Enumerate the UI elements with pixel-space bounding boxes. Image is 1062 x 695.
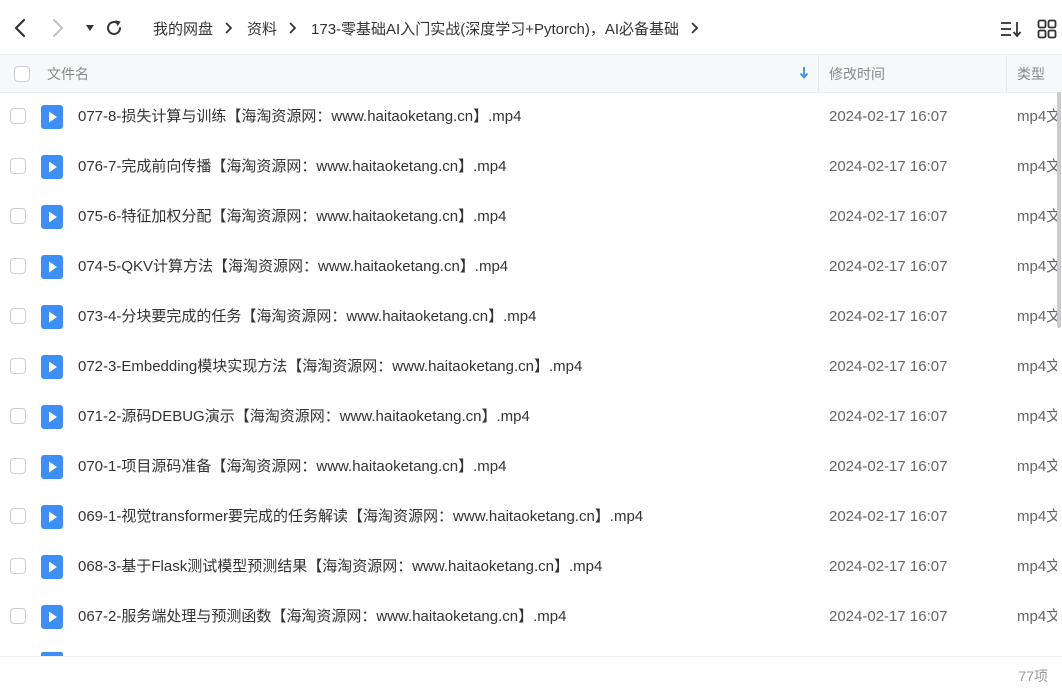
file-name[interactable]: 076-7-完成前向传播【海淘资源网：www.haitaoketang.cn】.… <box>78 142 506 192</box>
view-mode-button[interactable] <box>1036 18 1058 40</box>
forward-button[interactable] <box>46 12 70 44</box>
sort-list-icon <box>1001 22 1022 38</box>
file-row[interactable]: 069-1-视觉transformer要完成的任务解读【海淘资源网：www.ha… <box>0 492 1062 542</box>
file-row[interactable]: 068-3-基于Flask测试模型预测结果【海淘资源网：www.haitaoke… <box>0 542 1062 592</box>
refresh-icon <box>107 20 121 35</box>
video-file-icon <box>41 255 63 279</box>
chevron-left-icon <box>14 18 26 38</box>
file-row[interactable]: 074-5-QKV计算方法【海淘资源网：www.haitaoketang.cn】… <box>0 242 1062 292</box>
row-checkbox[interactable] <box>10 108 26 124</box>
file-name[interactable]: 072-3-Embedding模块实现方法【海淘资源网：www.haitaoke… <box>78 342 582 392</box>
breadcrumb-item-root[interactable]: 我的网盘 <box>153 18 213 39</box>
view-tools <box>1000 18 1062 40</box>
file-modified: 2024-02-17 16:07 <box>829 408 948 425</box>
refresh-button[interactable] <box>102 12 126 44</box>
video-file-icon <box>41 355 63 379</box>
row-checkbox[interactable] <box>10 208 26 224</box>
sort-descending-icon[interactable] <box>798 65 810 81</box>
file-type: mp4文件 <box>1017 558 1057 575</box>
video-file-icon <box>41 155 63 179</box>
row-checkbox[interactable] <box>10 458 26 474</box>
file-type: mp4文件 <box>1017 308 1057 325</box>
column-header-type[interactable]: 类型 <box>1017 55 1045 92</box>
back-button[interactable] <box>8 12 32 44</box>
vertical-scrollbar[interactable] <box>1057 92 1061 328</box>
file-type: mp4文件 <box>1017 158 1057 175</box>
row-checkbox[interactable] <box>10 158 26 174</box>
file-name[interactable]: 073-4-分块要完成的任务【海淘资源网：www.haitaoketang.cn… <box>78 292 536 342</box>
file-name[interactable]: 075-6-特征加权分配【海淘资源网：www.haitaoketang.cn】.… <box>78 192 506 242</box>
list-header: 文件名 修改时间 类型 <box>0 54 1062 93</box>
file-type: mp4文件 <box>1017 258 1057 275</box>
file-modified: 2024-02-17 16:07 <box>829 608 948 625</box>
file-modified: 2024-02-17 16:07 <box>829 558 948 575</box>
status-bar: 77项 <box>0 656 1062 685</box>
column-header-modified[interactable]: 修改时间 <box>829 55 885 92</box>
select-all-cell <box>14 55 30 92</box>
file-modified: 2024-02-17 16:07 <box>829 158 948 175</box>
file-name[interactable]: 069-1-视觉transformer要完成的任务解读【海淘资源网：www.ha… <box>78 492 643 542</box>
file-type: mp4文件 <box>1017 358 1057 375</box>
caret-down-icon <box>86 25 94 31</box>
breadcrumb-item-folder[interactable]: 资料 <box>247 18 277 39</box>
file-name[interactable]: 071-2-源码DEBUG演示【海淘资源网：www.haitaoketang.c… <box>78 392 530 442</box>
video-file-icon <box>41 455 63 479</box>
file-row[interactable]: 072-3-Embedding模块实现方法【海淘资源网：www.haitaoke… <box>0 342 1062 392</box>
file-modified: 2024-02-17 16:07 <box>829 108 948 125</box>
file-modified: 2024-02-17 16:07 <box>829 308 948 325</box>
file-row[interactable]: 067-2-服务端处理与预测函数【海淘资源网：www.haitaoketang.… <box>0 592 1062 642</box>
select-all-checkbox[interactable] <box>14 65 30 82</box>
video-file-icon <box>41 205 63 229</box>
breadcrumb-separator-icon <box>225 22 233 34</box>
file-name[interactable]: 077-8-损失计算与训练【海淘资源网：www.haitaoketang.cn】… <box>78 92 521 142</box>
file-row[interactable]: 071-2-源码DEBUG演示【海淘资源网：www.haitaoketang.c… <box>0 392 1062 442</box>
video-file-icon <box>41 555 63 579</box>
row-checkbox[interactable] <box>10 558 26 574</box>
row-checkbox[interactable] <box>10 408 26 424</box>
file-type: mp4文件 <box>1017 458 1057 475</box>
file-row[interactable]: 070-1-项目源码准备【海淘资源网：www.haitaoketang.cn】.… <box>0 442 1062 492</box>
file-type: mp4文件 <box>1017 608 1057 625</box>
file-modified: 2024-02-17 16:07 <box>829 208 948 225</box>
toolbar: 我的网盘 资料 173-零基础AI入门实战(深度学习+Pytorch)，AI必备… <box>0 0 1062 56</box>
row-checkbox[interactable] <box>10 308 26 324</box>
file-row[interactable]: 077-8-损失计算与训练【海淘资源网：www.haitaoketang.cn】… <box>0 92 1062 142</box>
row-checkbox[interactable] <box>10 358 26 374</box>
column-header-name[interactable]: 文件名 <box>47 55 89 92</box>
breadcrumb-separator-icon <box>289 22 297 34</box>
file-type: mp4文件 <box>1017 408 1057 425</box>
breadcrumb: 我的网盘 资料 173-零基础AI入门实战(深度学习+Pytorch)，AI必备… <box>153 0 713 56</box>
video-file-icon <box>41 305 63 329</box>
file-name[interactable]: 070-1-项目源码准备【海淘资源网：www.haitaoketang.cn】.… <box>78 442 506 492</box>
file-modified: 2024-02-17 16:07 <box>829 258 948 275</box>
video-file-icon <box>41 605 63 629</box>
file-name[interactable]: 068-3-基于Flask测试模型预测结果【海淘资源网：www.haitaoke… <box>78 542 602 592</box>
chevron-right-icon <box>52 18 64 38</box>
video-file-icon <box>41 505 63 529</box>
file-name[interactable]: 067-2-服务端处理与预测函数【海淘资源网：www.haitaoketang.… <box>78 592 566 642</box>
row-checkbox[interactable] <box>10 508 26 524</box>
file-modified: 2024-02-17 16:07 <box>829 508 948 525</box>
row-checkbox[interactable] <box>10 258 26 274</box>
grid-view-icon <box>1037 19 1057 39</box>
file-row[interactable]: 075-6-特征加权分配【海淘资源网：www.haitaoketang.cn】.… <box>0 192 1062 242</box>
file-modified: 2024-02-17 16:07 <box>829 458 948 475</box>
sort-button[interactable] <box>1000 18 1022 40</box>
file-type: mp4文件 <box>1017 208 1057 225</box>
file-row[interactable]: 073-4-分块要完成的任务【海淘资源网：www.haitaoketang.cn… <box>0 292 1062 342</box>
column-divider[interactable] <box>818 55 819 92</box>
file-row[interactable]: 076-7-完成前向传播【海淘资源网：www.haitaoketang.cn】.… <box>0 142 1062 192</box>
file-type: mp4文件 <box>1017 508 1057 525</box>
file-type: mp4文件 <box>1017 108 1057 125</box>
item-count: 77项 <box>1018 668 1048 684</box>
file-modified: 2024-02-17 16:07 <box>829 358 948 375</box>
breadcrumb-item-current[interactable]: 173-零基础AI入门实战(深度学习+Pytorch)，AI必备基础 <box>311 18 679 39</box>
row-checkbox[interactable] <box>10 608 26 624</box>
file-name[interactable]: 074-5-QKV计算方法【海淘资源网：www.haitaoketang.cn】… <box>78 242 508 292</box>
column-divider[interactable] <box>1006 55 1007 92</box>
breadcrumb-separator-icon <box>691 22 699 34</box>
history-dropdown-button[interactable] <box>78 12 102 44</box>
video-file-icon <box>41 105 63 129</box>
video-file-icon <box>41 405 63 429</box>
